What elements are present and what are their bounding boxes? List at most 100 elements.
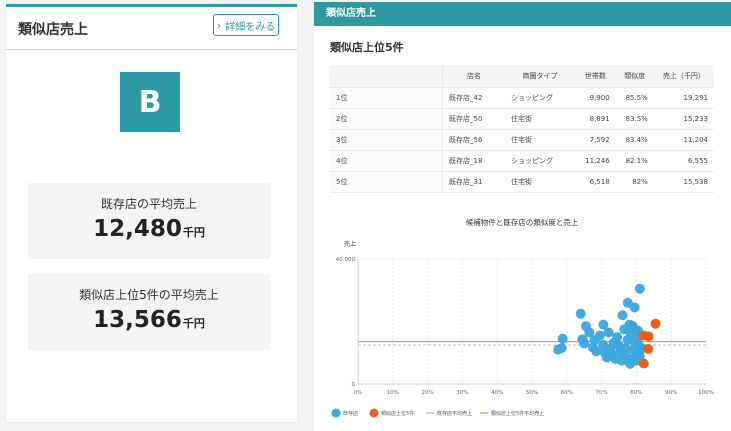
cell-rank: 4位 (330, 150, 443, 172)
top5-avg-sales-value-wrap: 13,566千円 (28, 307, 270, 333)
chart-x-tick-label: 10% (387, 390, 399, 396)
chart-legend: 既存店 類似店上位5件 既存店平均売上 類似店上位5件平均売上 (331, 408, 544, 418)
column-header-sales: 売上（千円） (653, 65, 714, 88)
cell-store-name: 既存店_31 (442, 171, 505, 193)
chart-y-tick-label: 0 (352, 382, 356, 388)
cell-store-name: 既存店_50 (442, 108, 505, 130)
cell-similarity: 82.1% (615, 150, 654, 172)
top5-store-point[interactable] (638, 330, 649, 341)
cell-sales: 11,204 (653, 129, 714, 151)
existing-store-point[interactable] (603, 327, 614, 338)
existing-store-point[interactable] (556, 343, 567, 354)
table-row: 2位 既存店_50 住宅街 8,891 83.5% 15,233 (330, 108, 714, 130)
top5-avg-sales-box: 類似店上位5件の平均売上 13,566千円 (28, 274, 270, 350)
existing-store-point[interactable] (612, 332, 623, 343)
chart-x-tick-label: 80% (630, 390, 642, 396)
existing-avg-sales-label: 既存店の平均売上 (100, 197, 197, 211)
chevron-right-icon: › (216, 18, 222, 32)
legend-existing-avg-label: 既存店平均売上 (437, 410, 472, 417)
cell-sales: 15,233 (653, 108, 714, 130)
cell-similarity: 83.5% (615, 108, 654, 130)
top5-store-point[interactable] (650, 318, 661, 329)
card-title: 類似店売上 (18, 22, 88, 38)
legend-top5-marker (369, 408, 379, 418)
existing-store-point[interactable] (617, 310, 628, 321)
detail-button-label: 詳細をみる (225, 21, 276, 33)
top5-avg-sales-unit: 千円 (182, 317, 205, 330)
top5-store-point[interactable] (638, 358, 649, 369)
chart-x-tick-label: 0% (354, 390, 363, 396)
cell-households: 8,891 (575, 108, 616, 130)
chart-x-tick-label: 90% (665, 390, 677, 396)
cell-area-type: 住宅街 (505, 108, 575, 130)
chart-x-tick-label: 60% (561, 390, 573, 396)
top5-avg-sales-value: 13,566 (93, 307, 182, 333)
detail-button[interactable]: › 詳細をみる (213, 14, 279, 36)
column-header-similarity: 類似度 (615, 65, 654, 88)
existing-store-point[interactable] (579, 338, 590, 349)
existing-store-point[interactable] (622, 297, 633, 308)
panel-header: 類似店売上 (314, 2, 731, 26)
chart-x-tick-label: 20% (421, 390, 433, 396)
existing-store-point[interactable] (634, 283, 645, 294)
existing-store-point[interactable] (557, 333, 568, 344)
chart-title: 候補物件と既存店の類似度と売上 (466, 217, 579, 227)
cell-similarity: 83.4% (615, 129, 654, 151)
cell-sales: 6,555 (653, 150, 714, 172)
cell-rank: 2位 (330, 108, 443, 130)
cell-sales: 15,538 (653, 171, 714, 193)
existing-avg-sales-value-wrap: 12,480千円 (28, 216, 270, 242)
cell-households: 11,246 (575, 150, 616, 172)
cell-similarity: 85.5% (615, 87, 654, 109)
cell-sales: 19,291 (653, 87, 714, 109)
cell-area-type: ショッピング (505, 150, 575, 172)
chart-x-tick-label: 100% (698, 390, 714, 396)
similarity-sales-scatter-chart: 候補物件と既存店の類似度と売上 売上 0% 10% 20% 30% 40% 50% 60% 7… (331, 217, 714, 418)
legend-top5-label: 類似店上位5件 (381, 410, 414, 417)
cell-rank: 1位 (330, 87, 443, 109)
chart-y-axis-label: 売上 (344, 240, 356, 248)
grade-badge: B (120, 72, 180, 132)
top5-avg-sales-label: 類似店上位5件の平均売上 (79, 288, 219, 302)
cell-area-type: 住宅街 (505, 171, 575, 193)
existing-avg-sales-box: 既存店の平均売上 12,480千円 (28, 183, 270, 259)
cell-rank: 3位 (330, 129, 443, 151)
cell-store-name: 既存店_18 (442, 150, 505, 172)
cell-store-name: 既存店_56 (442, 129, 505, 151)
cell-rank: 5位 (330, 171, 443, 193)
column-header-store-name: 店名 (442, 65, 505, 88)
cell-households: 7,592 (575, 129, 616, 151)
chart-x-tick-label: 30% (456, 390, 468, 396)
cell-similarity: 82% (615, 171, 654, 193)
chart-y-tick-label: 40,000 (336, 257, 356, 263)
similar-store-card: 類似店売上 › 詳細をみる B 既存店の平均売上 12,480千円 類似店上位5… (6, 4, 297, 422)
table-row: 3位 既存店_56 住宅街 7,592 83.4% 11,204 (330, 129, 714, 151)
similar-store-detail-panel: 類似店売上 類似店上位5件 店名 商圏タイプ 世帯数 類似度 売上（千円） 1位… (314, 2, 731, 431)
table-row: 1位 既存店_42 ショッピング 9,900 85.5% 19,291 (330, 87, 714, 109)
existing-avg-sales-unit: 千円 (182, 226, 205, 239)
table-row: 5位 既存店_31 住宅街 6,518 82% 15,538 (330, 171, 714, 193)
top5-table: 店名 商圏タイプ 世帯数 類似度 売上（千円） 1位 既存店_42 ショッピング… (330, 65, 714, 193)
legend-top5-avg-label: 類似店上位5件平均売上 (491, 410, 544, 417)
column-header-area-type: 商圏タイプ (505, 65, 575, 88)
cell-store-name: 既存店_42 (442, 87, 505, 109)
existing-store-point[interactable] (594, 330, 605, 341)
cell-households: 6,518 (575, 171, 616, 193)
table-header-row: 店名 商圏タイプ 世帯数 類似度 売上（千円） (330, 65, 714, 88)
legend-existing-label: 既存店 (343, 410, 358, 417)
top5-section-title: 類似店上位5件 (330, 41, 404, 54)
chart-x-tick-label: 50% (526, 390, 538, 396)
legend-existing-marker (331, 408, 341, 418)
column-header-households: 世帯数 (575, 65, 616, 88)
existing-avg-sales-value: 12,480 (93, 216, 182, 242)
cell-households: 9,900 (575, 87, 616, 109)
table-row: 4位 既存店_18 ショッピング 11,246 82.1% 6,555 (330, 150, 714, 172)
cell-area-type: 住宅街 (505, 129, 575, 151)
top5-store-point[interactable] (643, 343, 654, 354)
chart-x-tick-label: 40% (491, 390, 503, 396)
chart-x-tick-label: 70% (595, 390, 607, 396)
chart-points (553, 283, 661, 369)
cell-area-type: ショッピング (505, 87, 575, 109)
existing-store-point[interactable] (575, 308, 586, 319)
column-header-rank (330, 65, 443, 88)
